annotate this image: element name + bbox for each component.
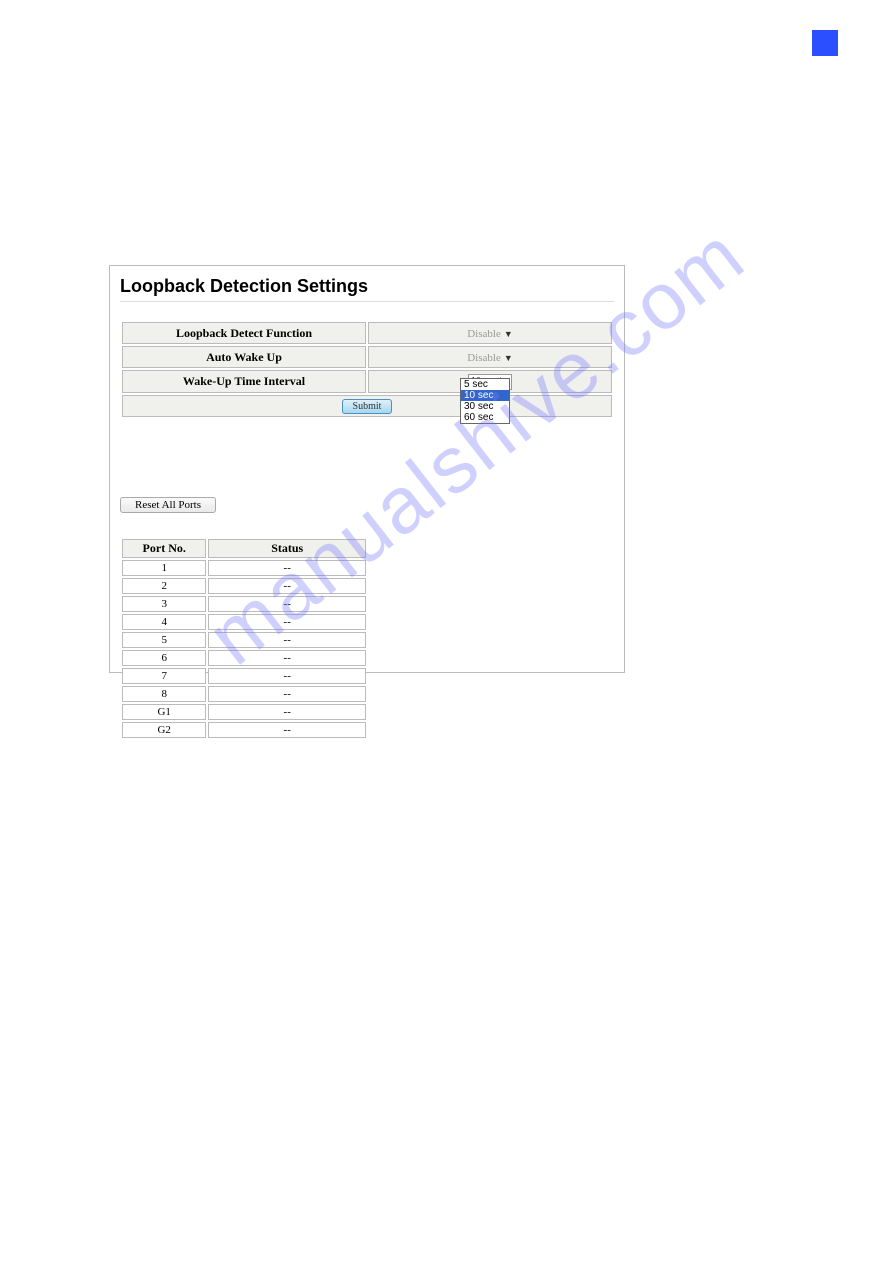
chevron-down-icon: ▼ [504, 353, 513, 363]
port-status: -- [208, 632, 366, 648]
interval-dropdown-list[interactable]: 5 sec 10 sec 30 sec 60 sec [460, 378, 510, 424]
panel-title: Loopback Detection Settings [120, 276, 614, 302]
interval-option-5[interactable]: 5 sec [461, 379, 509, 390]
port-no: 2 [122, 578, 206, 594]
table-row: 6-- [122, 650, 366, 666]
port-no: 3 [122, 596, 206, 612]
port-status: -- [208, 704, 366, 720]
port-status: -- [208, 578, 366, 594]
table-row: 3-- [122, 596, 366, 612]
loopback-settings-panel: Loopback Detection Settings Loopback Det… [109, 265, 625, 673]
table-row: 1-- [122, 560, 366, 576]
status-header: Status [208, 539, 366, 558]
port-no: 5 [122, 632, 206, 648]
table-row: 2-- [122, 578, 366, 594]
auto-wakeup-label: Auto Wake Up [122, 346, 366, 368]
chevron-down-icon: ▼ [504, 329, 513, 339]
table-row: G2-- [122, 722, 366, 738]
interval-option-10[interactable]: 10 sec [461, 390, 509, 401]
port-no: 1 [122, 560, 206, 576]
submit-button[interactable]: Submit [342, 399, 393, 414]
port-status: -- [208, 650, 366, 666]
port-status: -- [208, 668, 366, 684]
port-no: 6 [122, 650, 206, 666]
port-status: -- [208, 686, 366, 702]
port-no: 8 [122, 686, 206, 702]
table-row: 8-- [122, 686, 366, 702]
wakeup-interval-label: Wake-Up Time Interval [122, 370, 366, 393]
port-no: G1 [122, 704, 206, 720]
submit-row: Submit [122, 395, 612, 417]
loopback-detect-value: Disable [467, 328, 501, 340]
port-status: -- [208, 596, 366, 612]
auto-wakeup-cell: Disable ▼ [368, 346, 612, 368]
table-row: 7-- [122, 668, 366, 684]
auto-wakeup-value: Disable [467, 352, 501, 364]
port-status: -- [208, 560, 366, 576]
auto-wakeup-select[interactable]: Disable ▼ [467, 352, 513, 364]
table-row: G1-- [122, 704, 366, 720]
loopback-detect-select[interactable]: Disable ▼ [467, 328, 513, 340]
loopback-detect-label: Loopback Detect Function [122, 322, 366, 344]
port-status-table: Port No. Status 1-- 2-- 3-- 4-- 5-- 6-- … [120, 537, 368, 740]
table-row: 4-- [122, 614, 366, 630]
table-row: 5-- [122, 632, 366, 648]
loopback-detect-cell: Disable ▼ [368, 322, 612, 344]
settings-table: Loopback Detect Function Disable ▼ Auto … [120, 320, 614, 419]
port-status: -- [208, 722, 366, 738]
interval-option-30[interactable]: 30 sec [461, 401, 509, 412]
page-number-badge [812, 30, 838, 56]
port-no: G2 [122, 722, 206, 738]
port-no: 4 [122, 614, 206, 630]
port-header: Port No. [122, 539, 206, 558]
reset-all-ports-button[interactable]: Reset All Ports [120, 497, 216, 513]
interval-option-60[interactable]: 60 sec [461, 412, 509, 423]
port-no: 7 [122, 668, 206, 684]
port-status: -- [208, 614, 366, 630]
